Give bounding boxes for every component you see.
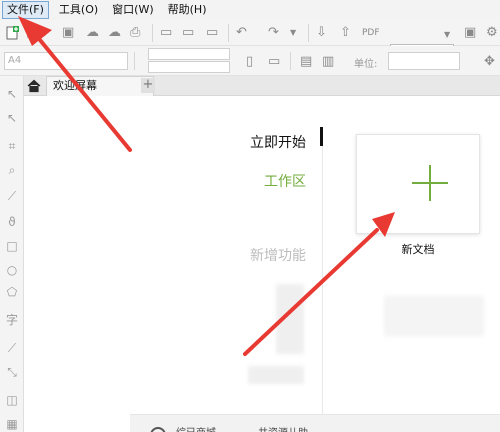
new-document-label: 新文档 xyxy=(401,243,435,256)
redo-icon[interactable]: ↷ xyxy=(268,25,279,41)
current-page-icon[interactable]: ▥ xyxy=(322,54,334,70)
separator xyxy=(290,52,291,70)
paste-icon[interactable]: ▭ xyxy=(206,25,218,41)
cut-icon[interactable]: ▭ xyxy=(160,25,172,41)
rectangle-tool-icon[interactable]: □ xyxy=(4,238,20,254)
drop-shadow-icon[interactable]: ◫ xyxy=(4,392,20,408)
separator xyxy=(134,52,135,70)
nav-active-marker xyxy=(320,127,323,146)
save-icon[interactable]: ▣ xyxy=(62,25,74,41)
toolbox: ↖ ↖ ⌗ ⌕ ⟋ ϑ □ ○ ⬠ 字 ⟋ ⤡ ◫ ▦ xyxy=(0,76,24,432)
portrait-icon[interactable]: ▯ xyxy=(246,54,253,70)
property-bar: A4 ▯ ▭ ▤ ▥ 单位: ✥ xyxy=(0,46,500,76)
tab-welcome-screen[interactable]: 欢迎屏幕 xyxy=(46,76,154,96)
landscape-icon[interactable]: ▭ xyxy=(268,54,280,70)
nav-workspace[interactable]: 工作区 xyxy=(186,171,306,191)
separator xyxy=(152,24,153,42)
connector-tool-icon[interactable]: ⤡ xyxy=(4,364,20,380)
copy-icon[interactable]: ▭ xyxy=(182,25,194,41)
print-icon[interactable]: ⎙ xyxy=(130,25,140,41)
chevron-down-icon[interactable]: ▼ xyxy=(290,25,296,41)
home-icon[interactable] xyxy=(27,79,41,93)
page-size-select[interactable]: A4 xyxy=(4,52,128,70)
open-icon[interactable]: ▤ xyxy=(26,25,38,41)
document-tab-bar: 欢迎屏幕 + xyxy=(24,76,500,96)
fullscreen-icon[interactable]: ▣ xyxy=(464,25,476,41)
separator xyxy=(308,24,309,42)
standard-toolbar: ▤ ▼ ▣ ☁ ☁ ⎙ ▭ ▭ ▭ ↶ ↷ ▼ ⇩ ⇧ PDF ▼ ▣ ⚙ xyxy=(0,20,500,61)
separator xyxy=(228,24,229,42)
bottom-text-left[interactable]: 综已商城 xyxy=(176,424,216,432)
shape-tool-icon[interactable]: ↖ xyxy=(4,110,20,126)
import-icon[interactable]: ⇩ xyxy=(316,25,327,41)
blurred-region xyxy=(248,366,304,384)
new-document-icon[interactable] xyxy=(4,25,20,41)
add-tab-button[interactable]: + xyxy=(141,78,155,93)
parallel-dimension-icon[interactable]: ⟋ xyxy=(4,340,20,356)
cloud-download-icon[interactable]: ☁ xyxy=(86,25,99,41)
plus-icon-vertical xyxy=(429,165,431,201)
cloud-upload-icon[interactable]: ☁ xyxy=(108,25,121,41)
blurred-region xyxy=(276,284,304,354)
publish-pdf-icon[interactable]: PDF xyxy=(362,25,380,41)
menu-tools[interactable]: 工具(O) xyxy=(55,1,102,19)
units-label: 单位: xyxy=(354,59,378,70)
zoom-tool-icon[interactable]: ⌕ xyxy=(4,162,20,178)
chevron-down-icon[interactable]: ▼ xyxy=(444,27,450,43)
options-icon[interactable]: ⚙ xyxy=(486,25,498,41)
menu-help[interactable]: 帮助(H) xyxy=(164,1,211,19)
polygon-tool-icon[interactable]: ⬠ xyxy=(4,284,20,300)
nudge-icon[interactable]: ✥ xyxy=(484,54,495,70)
units-select[interactable] xyxy=(388,52,460,70)
chevron-down-icon[interactable]: ▼ xyxy=(42,25,48,41)
export-icon[interactable]: ⇧ xyxy=(340,25,351,41)
pick-tool-icon[interactable]: ↖ xyxy=(4,86,20,102)
nav-whats-new[interactable]: 新增功能 xyxy=(186,245,306,265)
undo-icon[interactable]: ↶ xyxy=(236,25,247,41)
blurred-region xyxy=(384,296,484,336)
page-height-field[interactable] xyxy=(148,61,230,73)
bottom-text-right[interactable]: 共资源儿助 xyxy=(258,424,308,432)
new-document-card[interactable] xyxy=(356,134,480,234)
nav-divider xyxy=(322,146,323,432)
crop-tool-icon[interactable]: ⌗ xyxy=(4,138,20,154)
menu-window[interactable]: 窗口(W) xyxy=(108,1,157,19)
artistic-media-icon[interactable]: ϑ xyxy=(4,214,20,230)
freehand-tool-icon[interactable]: ⟋ xyxy=(4,188,20,204)
transparency-icon[interactable]: ▦ xyxy=(4,416,20,432)
ellipse-tool-icon[interactable]: ○ xyxy=(4,262,20,278)
menu-bar: 文件(F) 工具(O) 窗口(W) 帮助(H) xyxy=(0,0,500,20)
menu-file[interactable]: 文件(F) xyxy=(2,1,49,19)
text-tool-icon[interactable]: 字 xyxy=(4,312,20,328)
all-pages-icon[interactable]: ▤ xyxy=(300,54,312,70)
page-width-field[interactable] xyxy=(148,48,230,60)
nav-get-started[interactable]: 立即开始 xyxy=(186,132,306,152)
